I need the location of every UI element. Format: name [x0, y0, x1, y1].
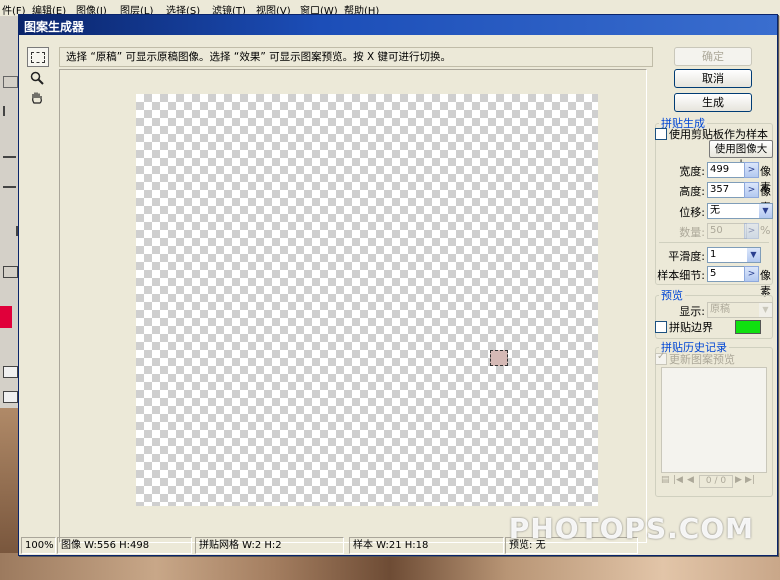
delete-icon[interactable]: ▤	[661, 475, 670, 485]
prev-icon[interactable]: ◀	[687, 475, 694, 485]
screen-mode-icon[interactable]	[3, 391, 18, 403]
dialog-title: 图案生成器	[24, 20, 85, 34]
move-tool-icon[interactable]	[3, 76, 18, 88]
show-select[interactable]: 原稿 ▼	[707, 302, 773, 318]
chevron-down-icon: ▼	[747, 248, 760, 262]
show-value: 原稿	[710, 304, 730, 315]
history-thumbnail	[661, 367, 767, 473]
chevron-down-icon: ▼	[759, 204, 772, 218]
smoothness-value: 1	[710, 249, 717, 260]
offset-value: 无	[710, 205, 720, 216]
sample-detail-label: 样本细节:	[657, 269, 705, 282]
eraser-tool-icon[interactable]	[3, 226, 18, 236]
smoothness-label: 平滑度:	[668, 250, 705, 263]
watermark: PHOTOPS.COM	[508, 512, 754, 545]
sample-detail-arrow-icon[interactable]: >	[744, 266, 759, 282]
lasso-tool-icon[interactable]	[3, 106, 18, 116]
height-label: 高度:	[679, 185, 705, 198]
sample-selection[interactable]	[490, 350, 508, 366]
height-arrow-icon[interactable]: >	[744, 182, 759, 198]
amount-arrow-icon[interactable]: >	[744, 223, 759, 239]
offset-select[interactable]: 无 ▼	[707, 203, 773, 219]
dialog-titlebar[interactable]: 图案生成器	[19, 15, 777, 35]
hand-icon[interactable]	[27, 89, 47, 107]
preview-area[interactable]	[59, 69, 647, 543]
next-icon[interactable]: ▶	[735, 475, 742, 485]
quickmask-icon[interactable]	[3, 366, 18, 378]
brush-tool-icon[interactable]	[3, 146, 16, 158]
height-input[interactable]: 357	[707, 182, 747, 198]
use-image-size-button[interactable]: 使用图像大小	[709, 140, 773, 171]
divider	[659, 242, 769, 243]
zoom-level: 100%	[21, 537, 56, 554]
amount-label: 数量:	[679, 226, 705, 239]
width-label: 宽度:	[679, 165, 705, 178]
first-icon[interactable]: |◀	[673, 475, 683, 485]
sample-detail-input[interactable]: 5	[707, 266, 747, 282]
ok-button[interactable]: 确定	[674, 47, 752, 66]
rectangular-marquee-icon[interactable]	[27, 47, 49, 67]
generate-button[interactable]: 生成	[674, 93, 752, 112]
use-clipboard-checkbox[interactable]	[655, 128, 667, 140]
smoothness-select[interactable]: 1 ▼	[707, 247, 761, 263]
image-size-status: 图像 W:556 H:498	[57, 537, 192, 554]
text-tool-icon[interactable]	[3, 266, 18, 278]
cancel-button[interactable]: 取消	[674, 69, 752, 88]
zoom-icon[interactable]	[27, 69, 47, 87]
history-nav: ▤ |◀ ◀ 0 / 0 ▶ ▶|	[661, 475, 765, 489]
photo-background-bottom	[0, 553, 780, 580]
history-counter: 0 / 0	[699, 475, 733, 488]
tile-boundaries-label: 拼贴边界	[669, 321, 713, 334]
preview-group-title: 预览	[659, 287, 685, 303]
transparent-canvas[interactable]	[136, 94, 598, 506]
offset-label: 位移:	[679, 206, 705, 219]
tile-grid-status: 拼贴网格 W:2 H:2	[195, 537, 344, 554]
hint-bar: 选择 “原稿” 可显示原稿图像。选择 “效果” 可显示图案预览。按 X 键可进行…	[59, 47, 653, 67]
show-label: 显示:	[679, 305, 705, 318]
last-icon[interactable]: ▶|	[745, 475, 755, 485]
amount-unit: %	[760, 224, 771, 237]
width-input[interactable]: 499	[707, 162, 747, 178]
amount-input[interactable]: 50	[707, 223, 747, 239]
stamp-tool-icon[interactable]	[3, 186, 16, 198]
foreground-color-swatch[interactable]	[0, 306, 12, 328]
pattern-maker-dialog: 图案生成器 选择 “原稿” 可显示原稿图像。选择 “效果” 可显示图案预览。按 …	[18, 14, 778, 556]
width-arrow-icon[interactable]: >	[744, 162, 759, 178]
tile-boundaries-checkbox[interactable]	[655, 321, 667, 333]
chevron-down-icon: ▼	[759, 303, 772, 317]
update-preview-checkbox[interactable]	[655, 351, 667, 365]
update-preview-label: 更新图案预览	[669, 353, 735, 366]
tile-boundary-color-swatch[interactable]	[735, 320, 761, 334]
sample-size-status: 样本 W:21 H:18	[349, 537, 504, 554]
